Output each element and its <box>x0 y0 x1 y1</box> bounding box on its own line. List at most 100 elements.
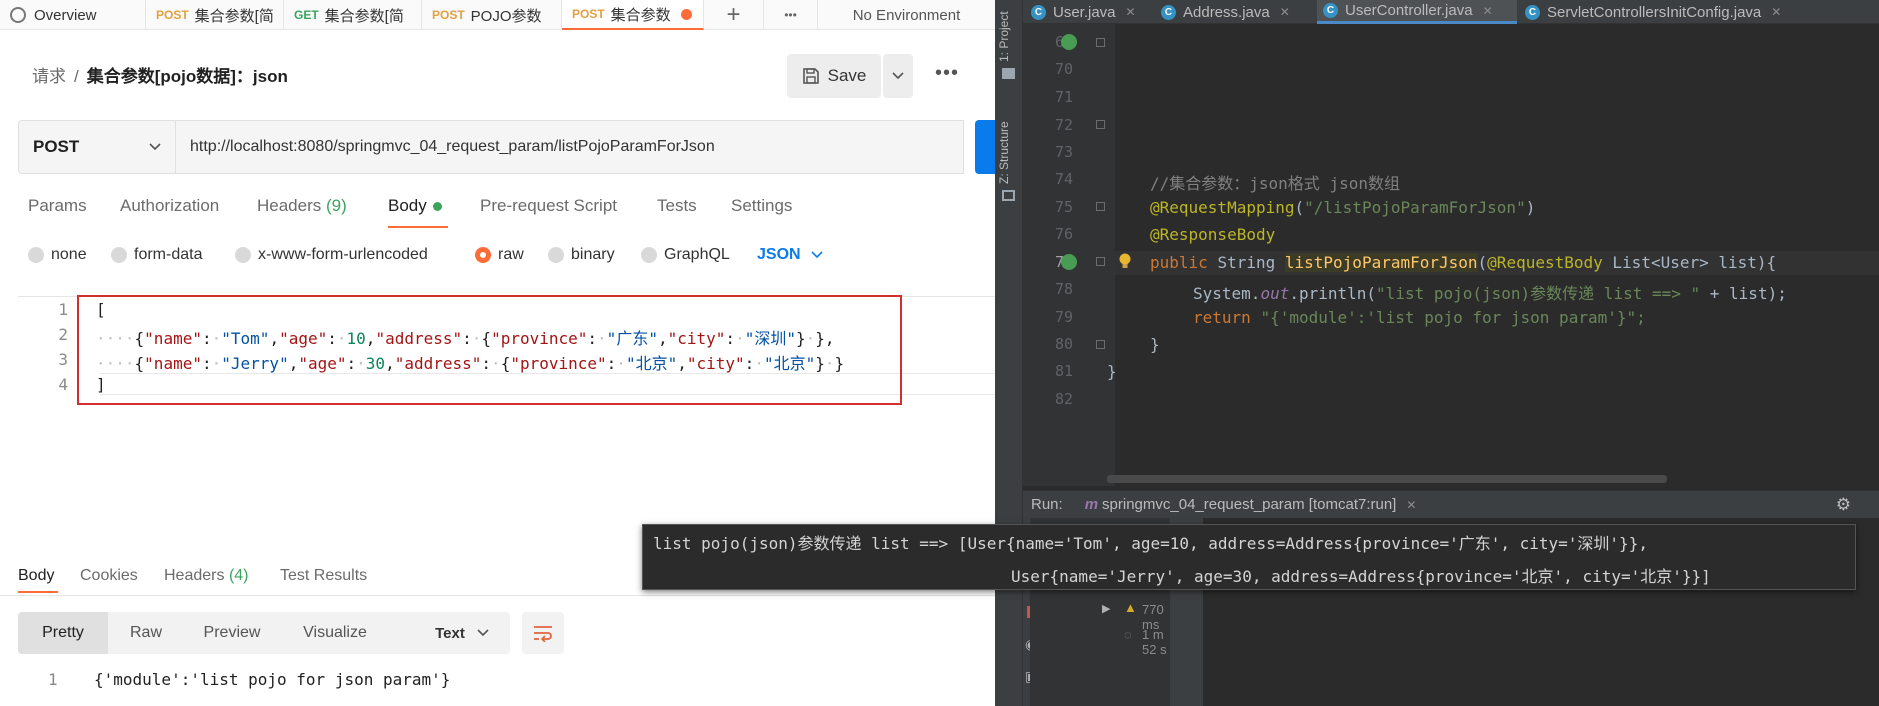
folder-icon <box>1002 68 1015 79</box>
raw-format-select[interactable]: JSON <box>757 246 823 264</box>
response-tab-cookies[interactable]: Cookies <box>80 567 138 585</box>
fold-marker-icon[interactable] <box>1096 202 1105 211</box>
structure-icon <box>1002 190 1015 201</box>
response-view-toggle: Pretty Raw Preview Visualize <box>18 612 418 654</box>
tab-authorization[interactable]: Authorization <box>120 196 219 216</box>
line-number: 2 <box>58 325 68 344</box>
chevron-down-icon <box>477 629 489 637</box>
spring-mapping-gutter-icon[interactable] <box>1061 254 1077 270</box>
run-config-tab[interactable]: springmvc_04_request_param [tomcat7:run] <box>1102 496 1396 513</box>
response-tab-body[interactable]: Body <box>18 567 54 585</box>
save-options-button[interactable] <box>883 54 913 98</box>
maven-icon: m <box>1084 496 1099 513</box>
method-select[interactable]: POST <box>18 120 176 174</box>
send-button[interactable] <box>975 120 995 174</box>
view-preview-button[interactable]: Preview <box>184 612 280 654</box>
editor-horizontal-scrollbar[interactable] <box>1107 475 1667 483</box>
tab-settings[interactable]: Settings <box>731 196 792 216</box>
line-number: 78 <box>1054 280 1073 298</box>
line-number: 71 <box>1054 88 1073 106</box>
view-raw-button[interactable]: Raw <box>108 612 184 654</box>
url-input[interactable]: http://localhost:8080/springmvc_04_reque… <box>176 120 964 174</box>
project-tool-button[interactable]: 1: Project <box>997 6 1011 62</box>
fold-marker-icon[interactable] <box>1096 38 1105 47</box>
structure-tool-button[interactable]: Z: Structure <box>997 106 1011 184</box>
more-actions-button[interactable]: ••• <box>935 62 959 85</box>
breadcrumb-separator: / <box>74 67 79 86</box>
close-icon[interactable]: ✕ <box>1483 4 1493 18</box>
view-pretty-button[interactable]: Pretty <box>18 612 108 654</box>
tab-request-2[interactable]: GET 集合参数[简 <box>284 0 422 30</box>
tab-params[interactable]: Params <box>28 196 87 216</box>
body-type-urlencoded[interactable]: x-www-form-urlencoded <box>235 246 428 264</box>
editor-tab-bar: C User.java ✕ C Address.java ✕ C UserControll… <box>1023 0 1879 24</box>
tab-pre-request-script[interactable]: Pre-request Script <box>480 196 617 216</box>
expand-arrow-icon[interactable]: ▶ <box>1102 602 1110 615</box>
body-type-binary[interactable]: binary <box>548 246 615 264</box>
body-type-raw[interactable]: raw <box>475 246 524 264</box>
line-number: 3 <box>58 350 68 369</box>
line-number: 76 <box>1054 225 1073 243</box>
active-response-tab-indicator <box>18 591 58 593</box>
overview-icon <box>10 7 26 23</box>
unsaved-dot-icon <box>680 8 692 20</box>
tab-request-active[interactable]: POST 集合参数 <box>562 0 704 30</box>
line-number: 79 <box>1054 308 1073 326</box>
code-request-mapping: @RequestMapping("/listPojoParamForJson") <box>1150 198 1536 217</box>
line-number: 80 <box>1054 335 1073 353</box>
code-close-method: } <box>1150 335 1160 354</box>
line-number: 72 <box>1054 116 1073 134</box>
tab-tests[interactable]: Tests <box>657 196 697 216</box>
fold-marker-icon[interactable] <box>1096 120 1105 129</box>
tab-request-1[interactable]: POST 集合参数[简 <box>146 0 284 30</box>
close-icon[interactable]: ✕ <box>1771 5 1781 19</box>
wrap-lines-button[interactable] <box>522 612 564 654</box>
response-format-select[interactable]: Text <box>414 612 510 654</box>
breadcrumb: 请求 / 集合参数[pojo数据]：json <box>32 62 288 87</box>
close-icon[interactable]: ✕ <box>1280 5 1290 19</box>
save-icon <box>802 68 819 84</box>
save-button[interactable]: Save <box>787 54 881 98</box>
json-body-annotation-box <box>77 295 902 405</box>
close-icon[interactable]: ✕ <box>1126 5 1136 19</box>
code-close-class: } <box>1107 362 1117 381</box>
code-comment: //集合参数：json格式 json数组 <box>1150 174 1400 193</box>
chevron-down-icon <box>892 72 904 80</box>
line-number: 73 <box>1054 143 1073 161</box>
spring-bean-gutter-icon[interactable] <box>1061 34 1077 50</box>
editor-tab-usercontroller-java[interactable]: C UserController.java ✕ <box>1317 0 1517 24</box>
breadcrumb-parent[interactable]: 请求 <box>32 67 66 86</box>
postman-window: Overview POST 集合参数[简 GET 集合参数[简 POST POJ… <box>0 0 995 706</box>
body-type-none[interactable]: none <box>28 246 87 264</box>
environment-selector[interactable]: No Environment <box>818 0 995 30</box>
radio-icon <box>641 247 657 263</box>
line-number: 82 <box>1054 390 1073 408</box>
fold-marker-icon[interactable] <box>1096 257 1105 266</box>
java-class-icon: C <box>1161 4 1176 20</box>
fold-marker-icon[interactable] <box>1096 340 1105 349</box>
tab-overview[interactable]: Overview <box>0 0 146 30</box>
lightbulb-icon[interactable] <box>1118 252 1132 270</box>
editor-tab-user-java[interactable]: C User.java ✕ <box>1031 0 1155 24</box>
editor-tab-address-java[interactable]: C Address.java ✕ <box>1161 0 1313 24</box>
tab-request-3[interactable]: POST POJO参数 <box>422 0 562 30</box>
line-number: 4 <box>58 375 68 394</box>
line-number: 81 <box>1054 362 1073 380</box>
console-line-2: User{name='Jerry', age=30, address=Addre… <box>1011 567 1711 586</box>
chevron-down-icon <box>149 143 161 151</box>
editor-tab-servletconfig-java[interactable]: C ServletControllersInitConfig.java ✕ <box>1525 0 1815 24</box>
view-visualize-button[interactable]: Visualize <box>280 612 390 654</box>
body-type-graphql[interactable]: GraphQL <box>641 246 730 264</box>
response-tab-test-results[interactable]: Test Results <box>280 567 367 585</box>
java-class-icon: C <box>1323 3 1338 18</box>
add-tab-button[interactable]: + <box>704 0 764 30</box>
body-type-form-data[interactable]: form-data <box>111 246 202 264</box>
code-return: return "{'module':'list pojo for json pa… <box>1193 308 1646 327</box>
tab-body[interactable]: Body <box>388 196 442 216</box>
tab-headers[interactable]: Headers (9) <box>257 196 347 216</box>
response-tab-headers[interactable]: Headers (4) <box>164 567 249 585</box>
more-tabs-button[interactable]: ••• <box>764 0 818 30</box>
chevron-down-icon <box>811 251 823 259</box>
close-icon[interactable]: ✕ <box>1406 498 1416 512</box>
settings-gear-icon[interactable]: ⚙ <box>1836 495 1851 515</box>
